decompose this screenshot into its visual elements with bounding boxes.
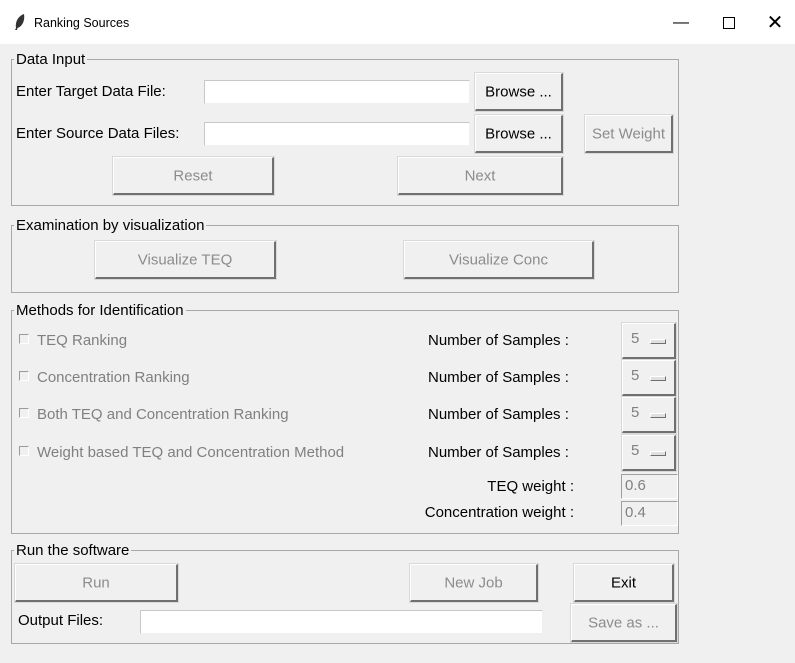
samples-label-3: Number of Samples : — [428, 406, 569, 423]
maximize-button[interactable] — [706, 6, 752, 40]
output-files-label: Output Files: — [18, 612, 104, 629]
run-frame-label: Run the software — [14, 542, 132, 560]
checkbox-icon — [19, 408, 29, 418]
save-as-button[interactable]: Save as ... — [571, 604, 677, 642]
dropdown-indicator-icon — [650, 451, 666, 456]
feather-icon — [15, 14, 25, 30]
browse-target-button[interactable]: Browse ... — [475, 73, 563, 111]
data-input-frame-label: Data Input — [14, 51, 88, 69]
samples-select-3[interactable]: 5 — [622, 397, 676, 433]
teq-weight-field[interactable]: 0.6 — [621, 474, 678, 499]
source-files-label: Enter Source Data Files: — [16, 125, 180, 142]
samples-select-1[interactable]: 5 — [622, 323, 676, 359]
samples-select-4[interactable]: 5 — [622, 435, 676, 471]
new-job-button[interactable]: New Job — [410, 564, 538, 602]
next-button[interactable]: Next — [398, 157, 563, 195]
source-files-input[interactable] — [204, 122, 470, 146]
checkbox-icon — [19, 334, 29, 344]
concentration-weight-field[interactable]: 0.4 — [621, 501, 678, 526]
exit-button[interactable]: Exit — [574, 564, 674, 602]
reset-button[interactable]: Reset — [113, 157, 274, 195]
checkbox-icon — [19, 446, 29, 456]
methods-frame-label: Methods for Identification — [14, 302, 186, 320]
samples-label-2: Number of Samples : — [428, 369, 569, 386]
close-button[interactable]: ✕ — [752, 6, 795, 40]
output-files-input[interactable] — [140, 610, 543, 634]
target-file-input[interactable] — [204, 80, 470, 104]
run-button[interactable]: Run — [15, 564, 178, 602]
browse-source-button[interactable]: Browse ... — [475, 115, 563, 153]
target-file-label: Enter Target Data File: — [16, 83, 166, 100]
dropdown-indicator-icon — [650, 413, 666, 418]
maximize-icon — [723, 17, 735, 30]
teq-ranking-checkbox[interactable]: TEQ Ranking — [19, 331, 127, 351]
visualize-teq-button[interactable]: Visualize TEQ — [95, 241, 276, 279]
dropdown-indicator-icon — [650, 339, 666, 344]
samples-select-2[interactable]: 5 — [622, 360, 676, 396]
both-ranking-checkbox[interactable]: Both TEQ and Concentration Ranking — [19, 405, 289, 425]
samples-label-4: Number of Samples : — [428, 444, 569, 461]
title-bar: Ranking Sources — ✕ — [0, 0, 795, 44]
minimize-button[interactable]: — — [658, 6, 704, 40]
teq-weight-label: TEQ weight : — [487, 478, 574, 495]
checkbox-icon — [19, 371, 29, 381]
concentration-ranking-checkbox[interactable]: Concentration Ranking — [19, 368, 190, 388]
weight-based-method-checkbox[interactable]: Weight based TEQ and Concentration Metho… — [19, 443, 344, 463]
set-weight-button[interactable]: Set Weight — [585, 115, 673, 153]
visualize-conc-button[interactable]: Visualize Conc — [404, 241, 594, 279]
samples-label-1: Number of Samples : — [428, 332, 569, 349]
visualization-frame-label: Examination by visualization — [14, 217, 207, 235]
window-title: Ranking Sources — [34, 16, 130, 30]
concentration-weight-label: Concentration weight : — [424, 504, 574, 521]
dropdown-indicator-icon — [650, 376, 666, 381]
